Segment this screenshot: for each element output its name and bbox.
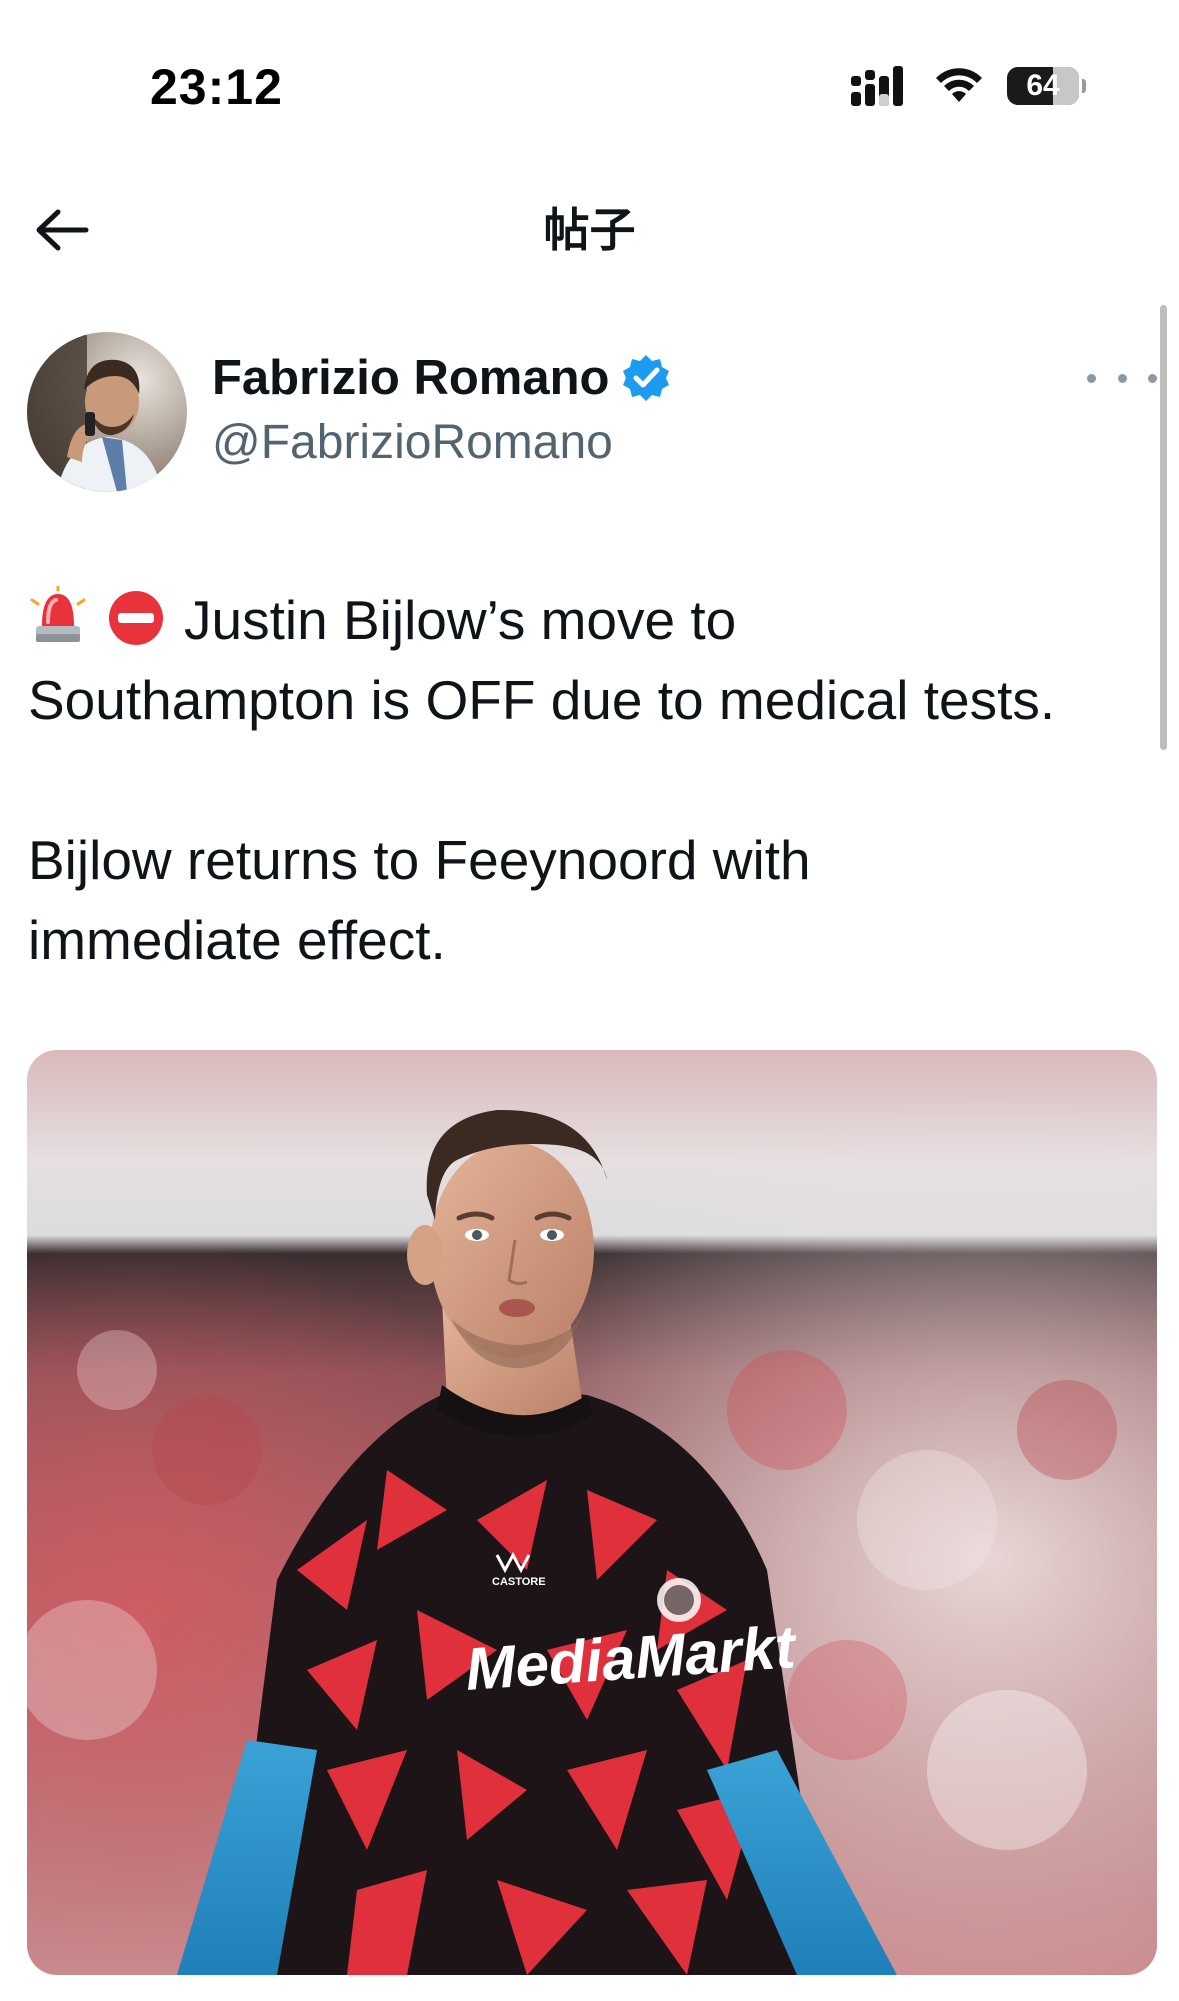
author-handle[interactable]: @FabrizioRomano bbox=[212, 415, 613, 470]
avatar-photo bbox=[27, 332, 187, 492]
tweet-line: Justin Bijlow’s move to bbox=[28, 580, 1158, 660]
scroll-indicator bbox=[1160, 305, 1167, 750]
battery-indicator: 64 bbox=[1007, 67, 1086, 105]
page-title: 帖子 bbox=[543, 204, 636, 256]
verified-badge-icon bbox=[623, 355, 670, 401]
kit-brand-text: CASTORE bbox=[492, 1576, 546, 1588]
author-name-row[interactable]: Fabrizio Romano bbox=[212, 350, 671, 406]
more-dot-icon bbox=[1117, 373, 1127, 383]
wifi-icon bbox=[936, 68, 982, 102]
more-options-button[interactable] bbox=[1087, 360, 1157, 396]
tweet-line: immediate effect. bbox=[28, 909, 446, 971]
cellular-signal-icon bbox=[851, 66, 903, 106]
paragraph-break bbox=[28, 740, 1158, 820]
more-dot-icon bbox=[1148, 373, 1157, 383]
post-detail-screen: 23:12 64 帖子 Fabrizio Romano @FabrizioRom… bbox=[0, 0, 1179, 2001]
tweet-text: Justin Bijlow’s move to Southampton is O… bbox=[28, 580, 1158, 980]
tweet-line: Bijlow returns to Feeynoord with bbox=[28, 829, 811, 891]
tweet-line-text: Justin Bijlow’s move to bbox=[184, 589, 737, 651]
police-light-emoji bbox=[30, 586, 86, 643]
tweet-line: Southampton is OFF due to medical tests. bbox=[28, 669, 1056, 731]
tweet-media-photo[interactable]: MediaMarkt CASTORE bbox=[27, 1050, 1157, 1975]
avatar[interactable] bbox=[27, 332, 187, 492]
status-icons: 64 bbox=[849, 64, 1086, 108]
goalkeeper-photo: MediaMarkt CASTORE bbox=[27, 1050, 1157, 1975]
battery-percent: 64 bbox=[1026, 69, 1060, 102]
author-name[interactable]: Fabrizio Romano bbox=[212, 350, 609, 406]
no-entry-emoji bbox=[109, 591, 163, 646]
status-time: 23:12 bbox=[150, 59, 283, 115]
more-dot-icon bbox=[1087, 373, 1096, 383]
